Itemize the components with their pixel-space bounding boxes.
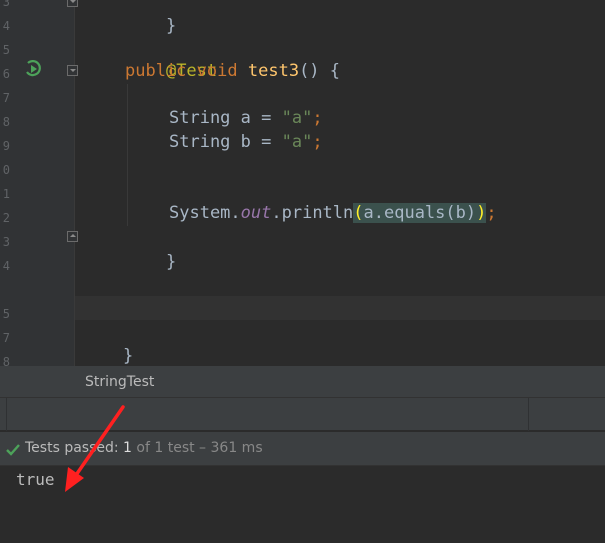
semicolon: ; <box>312 108 323 128</box>
var-b-ref: b <box>455 203 466 223</box>
line-number-gutter: 3 4 5 6 7 8 9 0 1 2 3 4 5 7 8 <box>0 0 74 366</box>
toolbar-separator <box>6 398 7 431</box>
semicolon: ; <box>312 132 323 152</box>
code-line-println[interactable]: System.out.println(a.equals(b)); <box>169 201 497 225</box>
system-class: System. <box>169 203 241 223</box>
fold-marker-icon[interactable] <box>67 65 78 76</box>
println-call: .println <box>271 203 354 223</box>
code-line-decl-b[interactable]: String b = "a"; <box>169 130 323 154</box>
method-close-brace: } <box>165 252 177 272</box>
paren-open: ( <box>353 203 364 223</box>
line-number: 4 <box>2 259 10 273</box>
paren-close: ) <box>476 203 487 223</box>
code-line-decl-a[interactable]: String a = "a"; <box>169 106 323 130</box>
console-output-line: true <box>16 470 55 489</box>
line-number: 6 <box>2 67 10 81</box>
var-b-assign: b = <box>230 132 282 152</box>
status-prefix: Tests passed: <box>25 440 124 456</box>
semicolon: ; <box>486 203 497 223</box>
test-toolbar <box>0 397 605 431</box>
line-number: 8 <box>2 355 10 366</box>
code-line-brace[interactable]: } <box>125 0 176 36</box>
line-number: 3 <box>2 0 10 9</box>
status-suffix: of 1 test – 361 ms <box>131 440 263 456</box>
code-editor[interactable]: 3 4 5 6 7 8 9 0 1 2 3 4 5 7 8 } @Test public void test… <box>0 0 605 366</box>
paren-b-close: ) <box>465 203 477 223</box>
toolbar-separator <box>528 398 529 431</box>
line-number: 7 <box>2 331 10 345</box>
brace: } <box>165 16 177 36</box>
code-line-method-signature[interactable]: public void test3() { <box>125 59 340 83</box>
line-number: 7 <box>2 91 10 105</box>
line-number: 0 <box>2 163 10 177</box>
run-config-title[interactable]: StringTest <box>85 374 154 390</box>
fold-marker-icon[interactable] <box>67 231 78 242</box>
code-line-class-close[interactable]: } <box>82 320 133 366</box>
line-number: 3 <box>2 235 10 249</box>
line-number: 1 <box>2 187 10 201</box>
console-output-area[interactable] <box>0 466 605 543</box>
line-number: 5 <box>2 43 10 57</box>
class-close-brace: } <box>122 346 134 366</box>
line-number: 4 <box>2 19 10 33</box>
fold-marker-icon[interactable] <box>67 0 78 7</box>
code-line-annotation[interactable]: @Test <box>125 35 217 81</box>
run-test-icon[interactable] <box>24 60 42 78</box>
passed-count: 1 <box>123 440 132 456</box>
type-string: String <box>169 108 231 128</box>
keyword-public: public <box>125 61 187 81</box>
string-literal-a: "a" <box>281 132 313 152</box>
line-number: 2 <box>2 211 10 225</box>
method-name: test3 <box>247 61 300 81</box>
tests-passed-status: Tests passed: 1 of 1 test – 361 ms <box>25 440 263 456</box>
out-field: out <box>240 203 272 223</box>
var-a-assign: a = <box>230 108 282 128</box>
line-number: 9 <box>2 139 10 153</box>
code-line-method-close[interactable]: } <box>125 226 176 272</box>
type-string: String <box>169 132 231 152</box>
method-signature-rest: () { <box>299 61 341 81</box>
string-literal-a: "a" <box>281 108 313 128</box>
line-number: 5 <box>2 307 10 321</box>
equals-call: a.equals <box>363 203 446 223</box>
current-line-highlight <box>75 296 605 320</box>
paren-b-open: ( <box>445 203 456 223</box>
keyword-void: void <box>196 61 238 81</box>
line-number: 8 <box>2 115 10 129</box>
check-icon <box>6 444 20 456</box>
